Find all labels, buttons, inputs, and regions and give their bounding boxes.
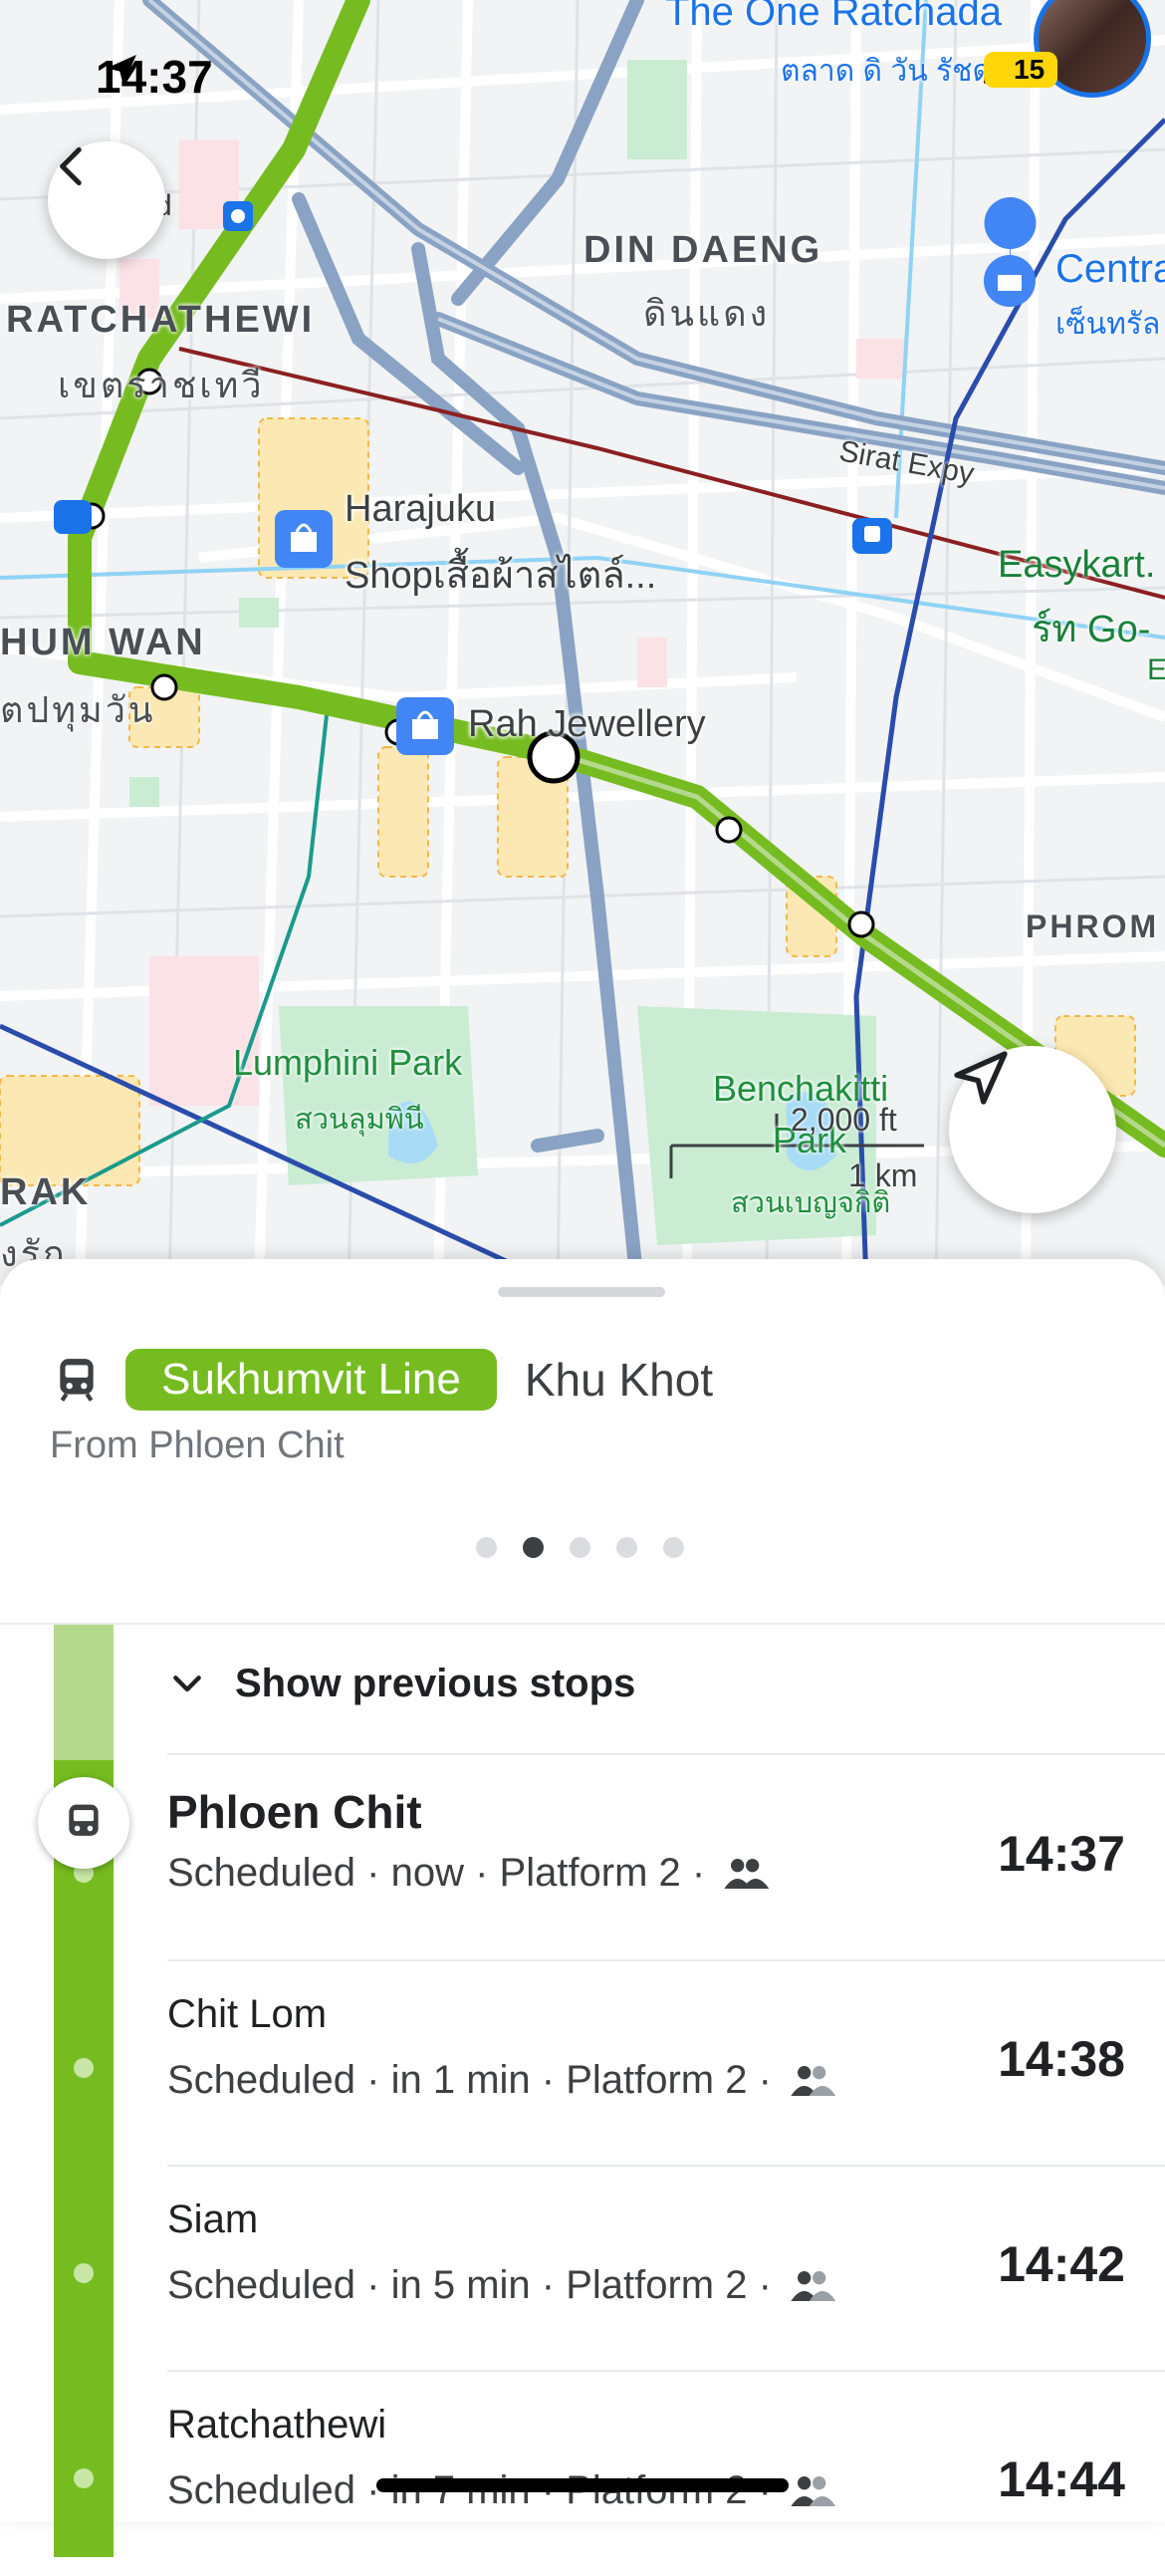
- transit-line-sheet[interactable]: Sukhumvit Line Khu Khot From Phloen Chit…: [0, 1259, 1165, 2557]
- park-lumphini[interactable]: Lumphini Park: [233, 1042, 462, 1084]
- stop-time: 14:38: [998, 2031, 1125, 2087]
- page-dot[interactable]: [570, 1537, 590, 1558]
- poi-rah-jewellery[interactable]: Rah Jewellery: [468, 703, 706, 746]
- stop-name: Siam: [167, 2197, 259, 2241]
- stop-detail: Scheduled · in 1 min · Platform 2 ·: [167, 2058, 837, 2103]
- my-location-button[interactable]: [949, 1046, 1116, 1213]
- stop-time: 14:42: [998, 2236, 1125, 2292]
- poi-easykart[interactable]: Easykart.: [998, 544, 1155, 587]
- line-destination: Khu Khot: [524, 1354, 714, 1406]
- chevron-down-icon: [173, 1674, 201, 1691]
- poi-harajuku-line2[interactable]: Shopเสื้อผ้าสไตล์...: [345, 544, 656, 605]
- divider: [0, 1623, 1165, 1625]
- scale-imperial: 2,000 ft: [791, 1102, 897, 1138]
- area-din-daeng-thai: ดินแดง: [643, 293, 771, 334]
- poi-central[interactable]: Centra: [1055, 247, 1165, 292]
- line-name-badge: Sukhumvit Line: [125, 1349, 497, 1411]
- poi-one-ratchada-thai: ตลาด ดิ วัน รัชดา: [781, 55, 1009, 88]
- stop-time: 14:37: [998, 1826, 1125, 1882]
- area-ratchathewi: RATCHATHEWI: [6, 299, 316, 341]
- train-icon: [69, 1804, 99, 1836]
- stop-row[interactable]: Chit Lom Scheduled · in 1 min · Platform…: [167, 1960, 1165, 2166]
- stop-marker: [74, 2263, 94, 2283]
- route-line-previous: [54, 1625, 114, 1760]
- status-time: 14:37: [96, 50, 213, 104]
- stop-marker: [74, 2468, 94, 2488]
- stop-detail-text: Scheduled · in 5 min · Platform 2 ·: [167, 2263, 772, 2307]
- crowd-icon: [788, 2064, 837, 2098]
- scale-metric: 1 km: [848, 1158, 918, 1193]
- poi-one-ratchada[interactable]: The One Ratchada: [665, 0, 1002, 35]
- page-dot[interactable]: [663, 1537, 684, 1558]
- stop-detail: Scheduled · now · Platform 2 ·: [167, 1851, 771, 1896]
- stop-name: Ratchathewi: [167, 2403, 387, 2447]
- show-previous-stops-label: Show previous stops: [235, 1662, 636, 1705]
- poi-central-thai: เซ็นทรัล: [1055, 308, 1161, 341]
- poi-easykart-e: E: [1147, 653, 1165, 686]
- stop-name: Chit Lom: [167, 1992, 328, 2036]
- stop-time: 14:44: [998, 2451, 1125, 2507]
- stop-detail-text: Scheduled · now · Platform 2 ·: [167, 1851, 706, 1895]
- train-icon: [50, 1353, 104, 1407]
- area-bang-rak: RAK: [0, 1171, 92, 1213]
- home-indicator[interactable]: [376, 2478, 789, 2492]
- crowd-icon: [721, 1857, 771, 1891]
- area-pathum-wan: HUM WAN: [0, 622, 206, 663]
- current-stop-marker: [38, 1777, 129, 1869]
- stop-row[interactable]: Siam Scheduled · in 5 min · Platform 2 ·…: [167, 2166, 1165, 2371]
- status-icons: 15: [984, 52, 1057, 88]
- poi-harajuku-line1[interactable]: Harajuku: [345, 488, 496, 531]
- location-arrow-icon: [107, 55, 136, 85]
- from-station: From Phloen Chit: [50, 1424, 345, 1466]
- sheet-drag-handle[interactable]: [498, 1287, 665, 1297]
- stop-row-current[interactable]: Phloen Chit Scheduled · now · Platform 2…: [167, 1755, 1165, 1960]
- stop-detail-text: Scheduled · in 1 min · Platform 2 ·: [167, 2058, 772, 2102]
- area-din-daeng: DIN DAENG: [583, 229, 823, 271]
- chevron-left-icon: [60, 146, 82, 186]
- stop-detail: Scheduled · in 5 min · Platform 2 ·: [167, 2263, 837, 2308]
- crowd-icon: [788, 2269, 837, 2303]
- line-header: Sukhumvit Line Khu Khot: [50, 1349, 713, 1411]
- stop-marker: [74, 2058, 94, 2078]
- navigation-arrow-icon: [954, 1051, 1008, 1105]
- map-view[interactable]: The One Ratchada ตลาด ดิ วัน รัชดา d DIN…: [0, 0, 1165, 1285]
- poi-easykart-thai: ร์ท Go-: [1032, 609, 1151, 650]
- battery-icon: 15: [984, 52, 1057, 88]
- page-dot[interactable]: [476, 1537, 497, 1558]
- stop-name: Phloen Chit: [167, 1786, 422, 1838]
- area-ratchathewi-thai: เขตราชเทวี: [58, 365, 265, 405]
- page-indicator[interactable]: [476, 1537, 684, 1558]
- page-dot-active[interactable]: [523, 1537, 544, 1558]
- area-phrom: PHROM: [1026, 908, 1160, 944]
- park-lumphini-thai: สวนลุมพินี: [295, 1104, 424, 1136]
- crowd-icon: [788, 2474, 837, 2508]
- stop-row[interactable]: Ratchathewi Scheduled · in 7 min · Platf…: [167, 2371, 1165, 2576]
- page-dot[interactable]: [616, 1537, 637, 1558]
- back-button[interactable]: [48, 141, 165, 259]
- area-pathum-wan-thai: ตปทุมวัน: [0, 689, 156, 730]
- battery-level: 15: [1014, 54, 1046, 85]
- show-previous-stops-button[interactable]: Show previous stops: [167, 1662, 635, 1706]
